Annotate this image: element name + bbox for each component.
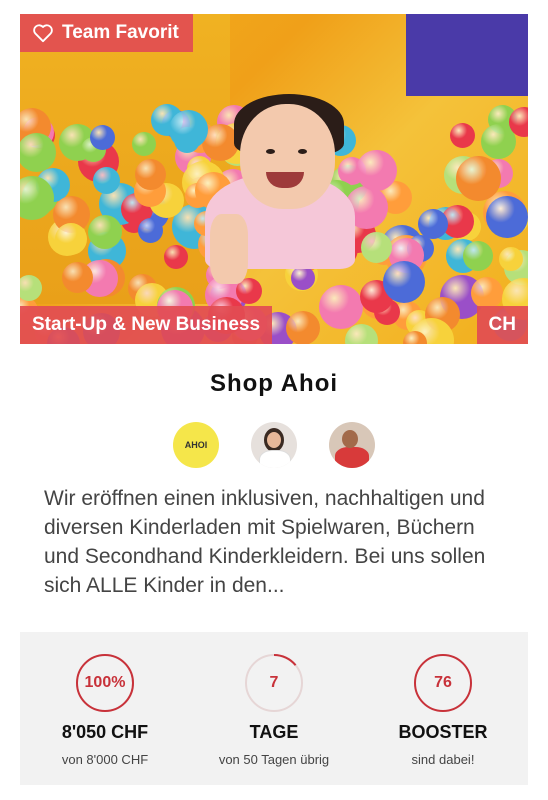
ball [20, 275, 42, 301]
ball [286, 311, 320, 344]
stat-subtext: von 8'000 CHF [61, 752, 149, 767]
stat-ring-text: 100% [84, 674, 126, 691]
team-favorite-badge: Team Favorit [20, 14, 193, 52]
ahoi-logo-avatar[interactable]: AHOI [173, 422, 219, 468]
ball [93, 167, 120, 194]
team-avatars: AHOI [0, 422, 548, 468]
ball [291, 266, 315, 290]
ball [450, 123, 475, 148]
ball [135, 159, 166, 190]
team-member-avatar[interactable] [251, 422, 297, 468]
child-figure [240, 104, 335, 209]
ball [345, 324, 378, 344]
ball [383, 261, 425, 303]
project-title[interactable]: Shop Ahoi [0, 370, 548, 398]
ball [471, 277, 503, 309]
project-image[interactable] [20, 14, 528, 344]
stat-value: 8'050 CHF [61, 722, 149, 742]
category-badge: Start-Up & New Business [20, 306, 273, 344]
stat-subtext: von 50 Tagen übrig [218, 752, 330, 767]
team-member-avatar[interactable] [329, 422, 375, 468]
badge-label: Team Favorit [62, 22, 179, 43]
stat-value: TAGE [249, 722, 299, 742]
ball [88, 215, 122, 249]
country-badge: CH [476, 306, 528, 344]
child-figure [210, 214, 248, 284]
ball [361, 232, 392, 263]
ball [55, 223, 87, 255]
stat-value: BOOSTER [398, 722, 488, 742]
child-figure [266, 149, 275, 154]
stat-subtext: sind dabei! [411, 752, 475, 767]
ball [90, 125, 115, 150]
ball [456, 156, 501, 201]
ball [62, 262, 93, 293]
stat-ring-text: 76 [434, 674, 452, 691]
ball [164, 245, 188, 269]
image-wall [406, 14, 528, 96]
ball [356, 150, 397, 191]
stat-ring-text: 7 [269, 674, 279, 691]
project-card[interactable]: Team Favorit Start-Up & New Business CH … [0, 0, 548, 800]
child-figure [298, 149, 307, 154]
ball [20, 133, 56, 172]
stats-panel: 100% 8'050 CHF von 8'000 CHF 7 TAGE von … [20, 632, 528, 785]
ball [169, 110, 208, 149]
heart-icon [33, 24, 53, 43]
ball [132, 132, 156, 156]
ball [463, 241, 493, 271]
ball [499, 247, 523, 271]
project-description: Wir eröffnen einen inklusiven, nachhalti… [44, 487, 486, 597]
avatar-logo-text: AHOI [184, 440, 208, 450]
ball [319, 285, 363, 329]
ball [138, 218, 163, 243]
ball [486, 196, 528, 238]
